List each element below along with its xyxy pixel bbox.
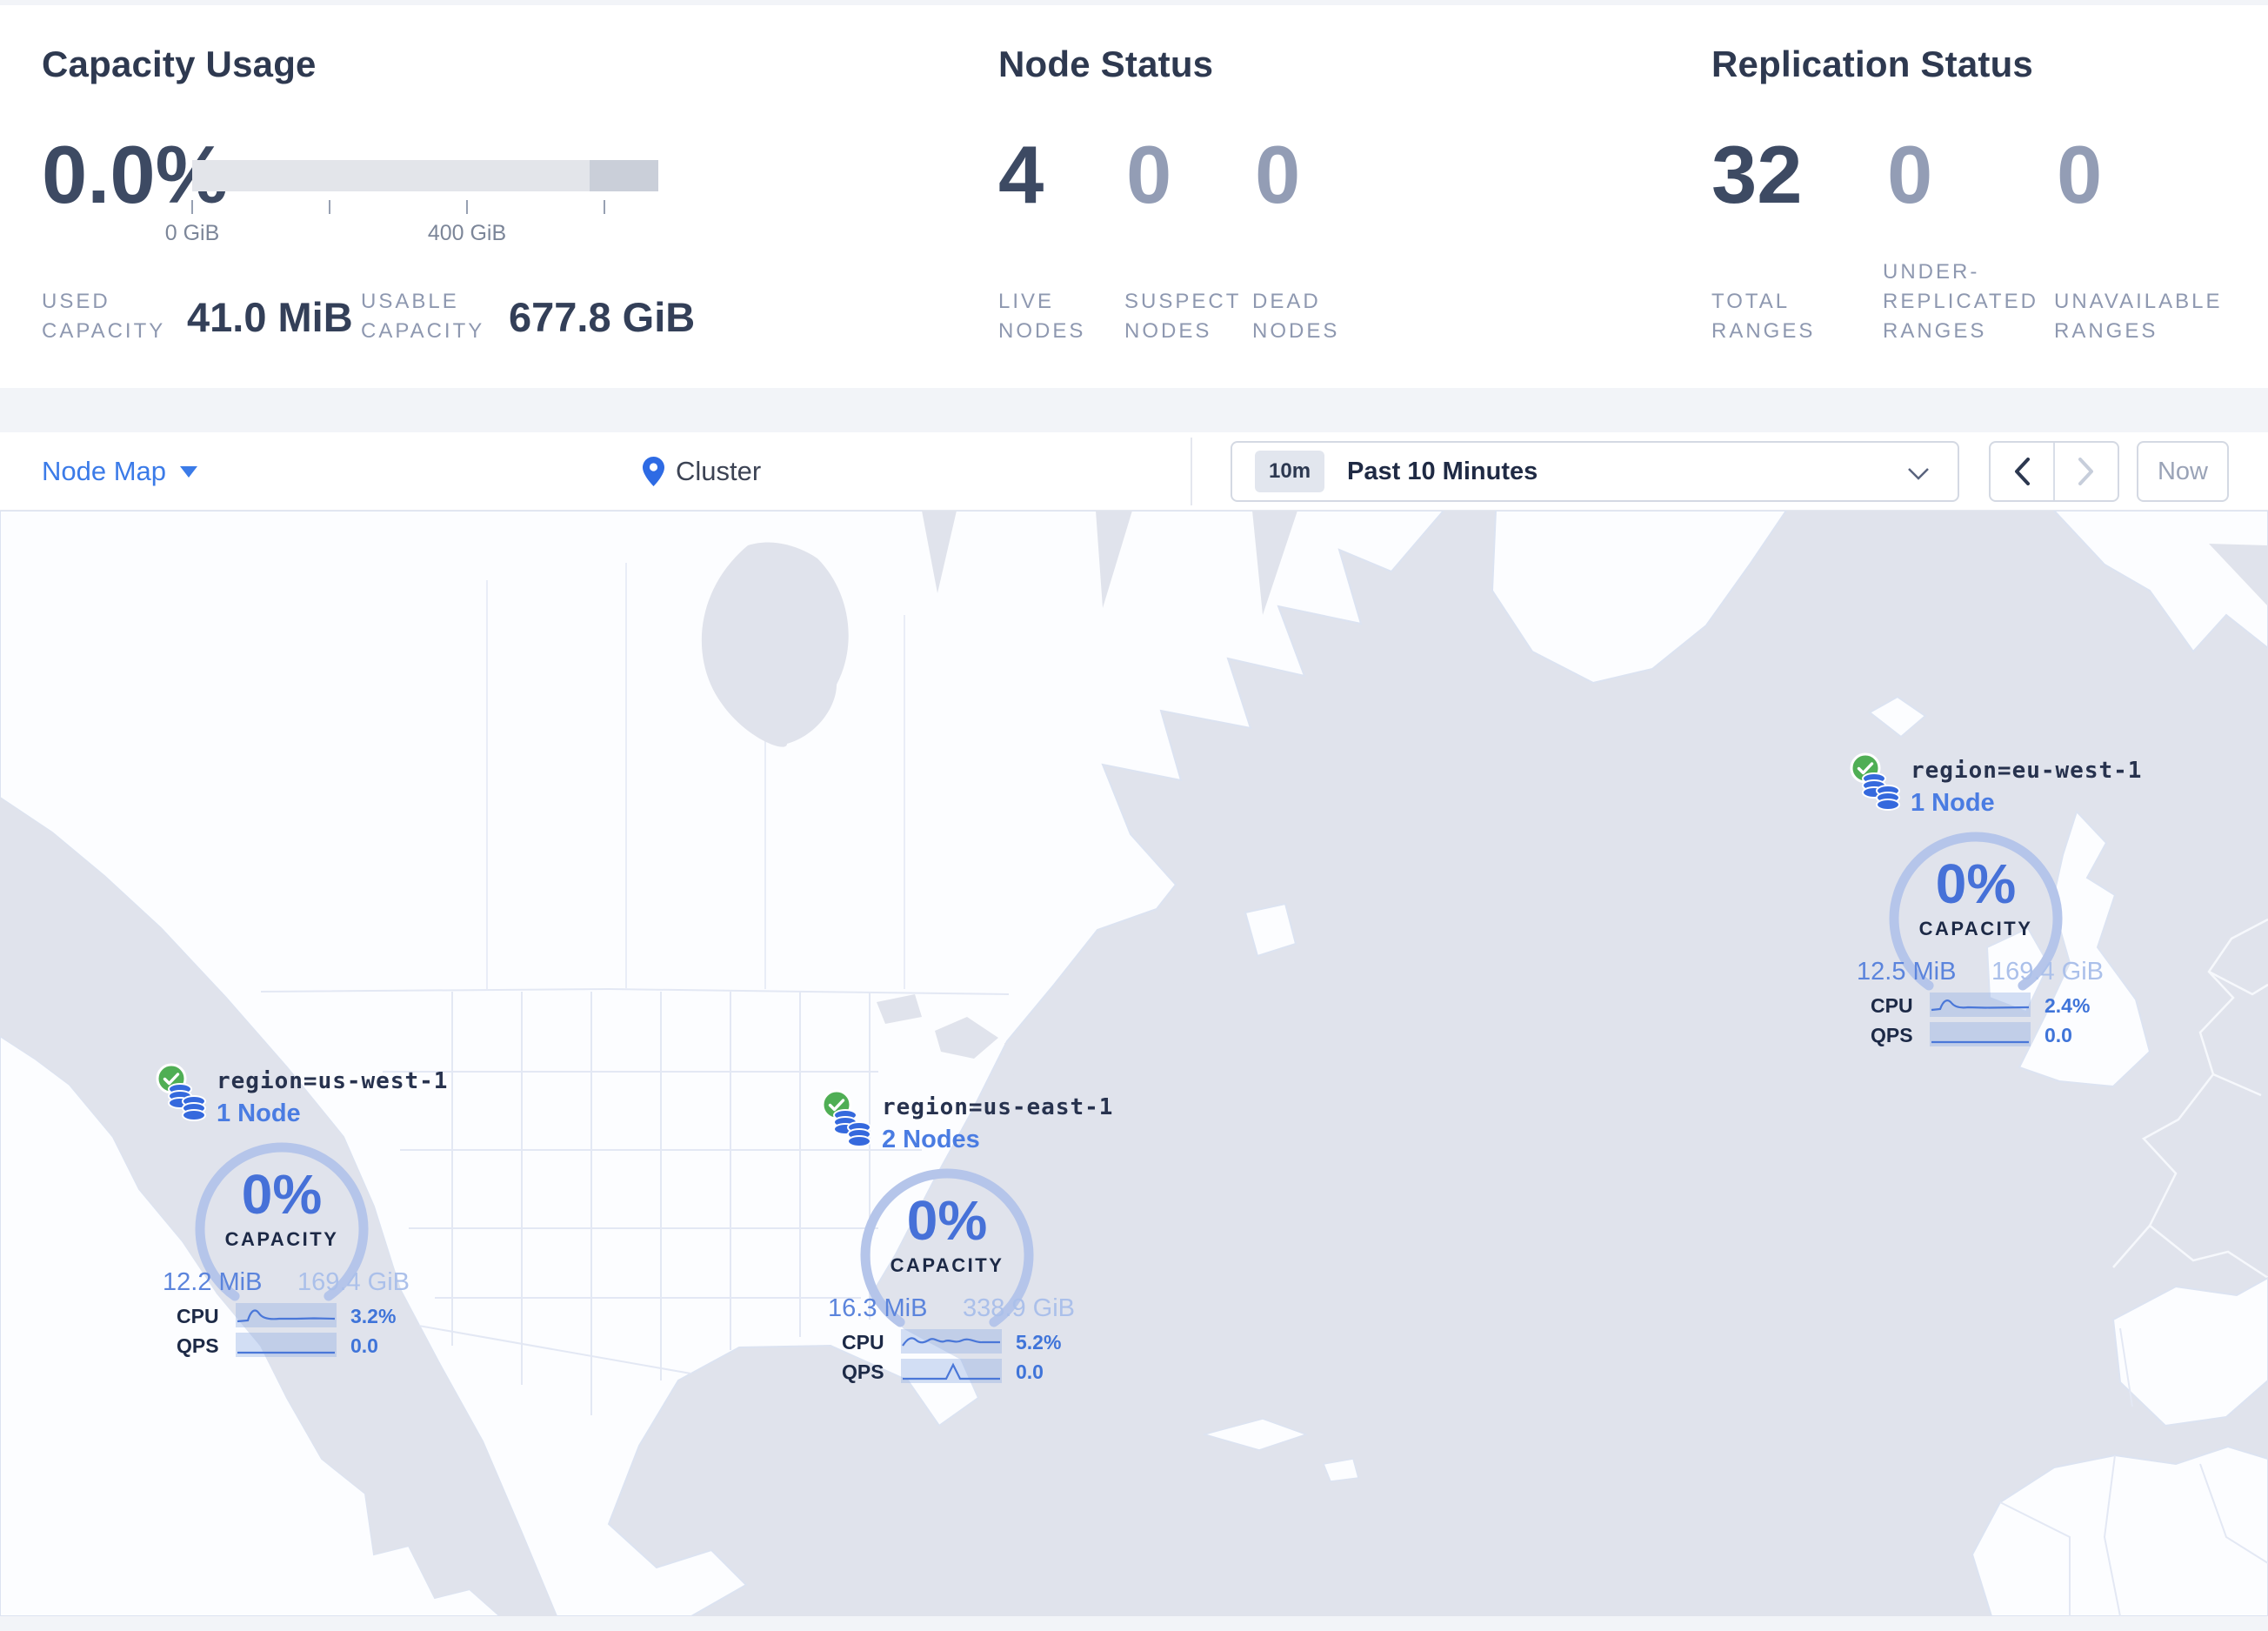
node-map[interactable]: region=us-west-1 1 Node 0% CAPACITY 12.2… — [0, 511, 2268, 1616]
qps-sparkline — [236, 1333, 337, 1357]
cpu-sparkline — [901, 1329, 1002, 1354]
capacity-axis-0: 0 GiB — [164, 221, 220, 245]
under-replicated-label: UNDER-REPLICATED RANGES — [1883, 260, 2038, 343]
total-ranges-count: 32 — [1711, 129, 1803, 220]
view-selector-dropdown[interactable]: Node Map — [42, 432, 198, 511]
cpu-value: 5.2% — [1016, 1331, 1062, 1354]
capacity-gauge-percent: 0% — [241, 1163, 323, 1226]
caret-down-icon — [180, 465, 198, 478]
database-stack-icon — [833, 1109, 871, 1147]
live-nodes-label: LIVE NODES — [998, 290, 1086, 343]
capacity-axis-400: 400 GiB — [427, 221, 507, 245]
region-used-capacity: 12.2 MiB — [163, 1268, 263, 1296]
cpu-value: 2.4% — [2045, 994, 2091, 1017]
location-pin-icon — [643, 457, 664, 486]
qps-label: QPS — [177, 1334, 219, 1357]
cpu-sparkline — [236, 1303, 337, 1327]
capacity-bar-tail — [590, 160, 658, 191]
capacity-bar-chart — [192, 160, 658, 191]
region-nodes-link[interactable]: 2 Nodes — [882, 1126, 980, 1154]
locality-marker-eu-west-1[interactable]: region=eu-west-1 1 Node 0% CAPACITY 12.5… — [1850, 752, 2141, 1048]
database-stack-icon — [168, 1083, 206, 1121]
under-replicated-count: 0 — [1887, 129, 1933, 220]
region-total-capacity: 169.4 GiB — [1991, 958, 2104, 986]
region-total-capacity: 169.4 GiB — [297, 1268, 410, 1296]
qps-sparkline — [901, 1359, 1002, 1383]
toolbar-separator — [1191, 438, 1192, 505]
dead-nodes-count: 0 — [1255, 129, 1301, 220]
cpu-sparkline — [1930, 993, 2031, 1017]
qps-label: QPS — [1871, 1024, 1913, 1046]
qps-value: 0.0 — [2045, 1024, 2072, 1046]
region-total-capacity: 338.9 GiB — [963, 1294, 1075, 1322]
total-ranges-label: TOTAL RANGES — [1711, 290, 1816, 343]
time-range-label: Past 10 Minutes — [1347, 457, 1538, 485]
time-back-button[interactable] — [1991, 443, 2053, 500]
breadcrumb-label: Cluster — [676, 456, 762, 486]
map-toolbar: Node Map Cluster 10m Past 10 Minutes Now — [0, 432, 2268, 511]
chevron-down-icon — [1908, 468, 1929, 480]
view-selector-label: Node Map — [42, 456, 167, 486]
capacity-gauge-label: CAPACITY — [1918, 918, 2033, 939]
live-nodes-count: 4 — [998, 129, 1044, 220]
now-button[interactable]: Now — [2137, 441, 2229, 502]
qps-value: 0.0 — [1016, 1360, 1044, 1383]
dead-nodes-label: DEAD NODES — [1252, 290, 1340, 343]
time-forward-button[interactable] — [2053, 443, 2118, 500]
region-label: region=us-west-1 — [217, 1068, 449, 1094]
region-nodes-link[interactable]: 1 Node — [1911, 789, 1995, 818]
capacity-usage-title: Capacity Usage — [42, 43, 317, 84]
cpu-label: CPU — [842, 1331, 884, 1354]
cpu-label: CPU — [177, 1305, 219, 1327]
locality-marker-us-east-1[interactable]: region=us-east-1 2 Nodes 0% CAPACITY 16.… — [821, 1089, 1112, 1385]
used-capacity-value: 41.0 MiB — [187, 294, 353, 340]
database-stack-icon — [1862, 772, 1900, 811]
breadcrumb[interactable]: Cluster — [642, 432, 761, 511]
replication-status-title: Replication Status — [1711, 43, 2033, 84]
unavailable-label: UNAVAILABLE RANGES — [2054, 290, 2223, 343]
usable-capacity-label: USABLE CAPACITY — [361, 290, 485, 343]
capacity-gauge-percent: 0% — [1935, 852, 2017, 915]
suspect-nodes-label: SUSPECT NODES — [1124, 290, 1241, 343]
region-used-capacity: 16.3 MiB — [828, 1294, 928, 1322]
cpu-value: 3.2% — [350, 1305, 397, 1327]
time-range-badge: 10m — [1255, 451, 1325, 492]
suspect-nodes-count: 0 — [1126, 129, 1172, 220]
locality-marker-us-west-1[interactable]: region=us-west-1 1 Node 0% CAPACITY 12.2… — [156, 1063, 447, 1359]
qps-sparkline — [1930, 1022, 2031, 1046]
cpu-label: CPU — [1871, 994, 1913, 1017]
region-label: region=us-east-1 — [882, 1094, 1114, 1120]
time-pager — [1989, 441, 2119, 502]
footer-strip — [0, 1616, 2268, 1631]
qps-label: QPS — [842, 1360, 884, 1383]
node-status-title: Node Status — [998, 43, 1214, 84]
region-label: region=eu-west-1 — [1911, 758, 2143, 784]
chevron-right-icon — [2078, 458, 2093, 485]
usable-capacity-value: 677.8 GiB — [509, 294, 696, 340]
capacity-gauge-percent: 0% — [906, 1189, 988, 1252]
cockroachdb-cluster-overview: { "summary": { "capacity": { "title": "C… — [0, 0, 2268, 1631]
region-nodes-link[interactable]: 1 Node — [217, 1100, 301, 1128]
qps-value: 0.0 — [350, 1334, 378, 1357]
region-used-capacity: 12.5 MiB — [1857, 958, 1957, 986]
capacity-gauge-label: CAPACITY — [890, 1254, 1004, 1276]
cluster-summary-bar: Capacity Usage 0.0% 0 GiB 400 GiB USED C… — [0, 5, 2268, 388]
capacity-gauge-label: CAPACITY — [224, 1228, 339, 1250]
unavailable-count: 0 — [2057, 129, 2103, 220]
used-capacity-label: USED CAPACITY — [42, 290, 166, 343]
time-range-dropdown[interactable]: 10m Past 10 Minutes — [1231, 441, 1959, 502]
chevron-left-icon — [2015, 458, 2030, 485]
